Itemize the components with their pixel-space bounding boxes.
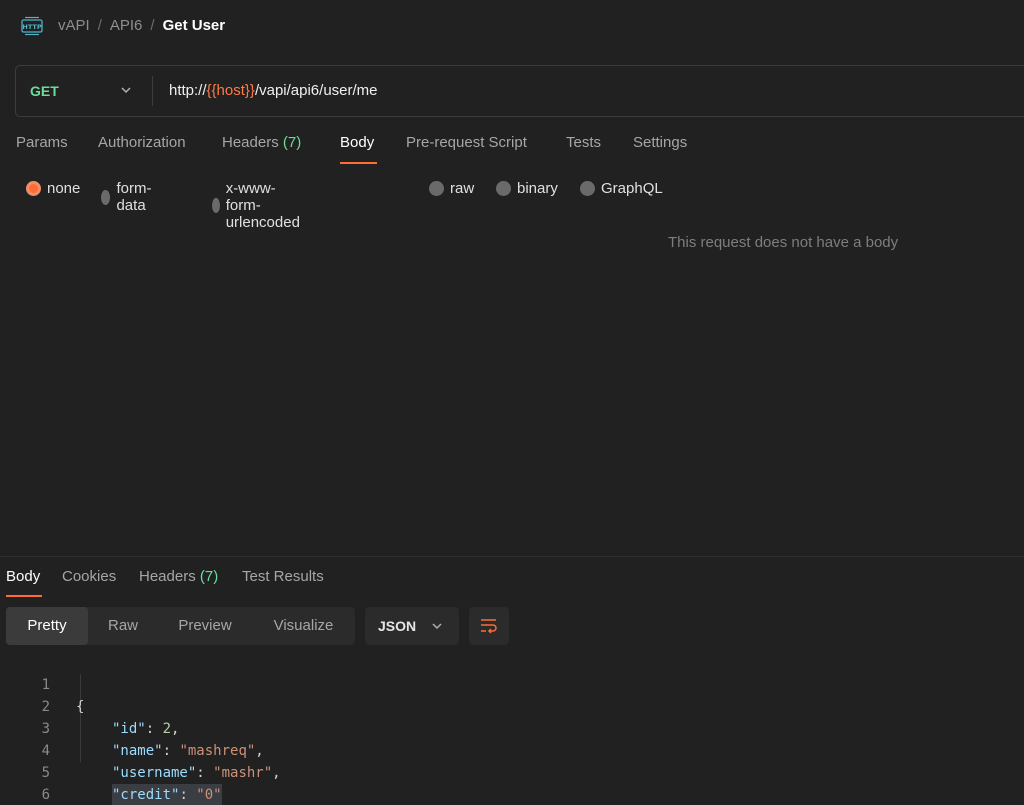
radio-icon	[429, 181, 444, 196]
json-key: "id"	[112, 721, 146, 737]
json-key: "name"	[112, 743, 163, 759]
wrap-lines-button[interactable]	[469, 607, 509, 645]
http-icon: HTTP	[21, 16, 43, 36]
active-tab-indicator	[340, 162, 377, 164]
pane-divider[interactable]	[0, 556, 1024, 557]
tab-pre-request-script[interactable]: Pre-request Script	[406, 134, 527, 151]
radio-form-data[interactable]: form-data	[101, 180, 157, 214]
json-value: "mashr"	[213, 765, 273, 781]
header-bar: HTTP vAPI / API6 / Get User	[0, 0, 1024, 52]
response-headers-count: (7)	[199, 568, 219, 585]
radio-label: GraphQL	[601, 180, 663, 197]
request-name[interactable]: Get User	[163, 17, 226, 34]
empty-body-message: This request does not have a body	[668, 234, 899, 251]
url-path: /vapi/api6/user/me	[254, 82, 378, 99]
svg-text:HTTP: HTTP	[22, 23, 41, 31]
format-label: JSON	[378, 618, 417, 634]
view-preview-button[interactable]: Preview	[158, 607, 252, 645]
response-tab-headers-label: Headers	[139, 568, 196, 585]
json-open-brace: {	[76, 699, 85, 715]
url-variable: {{host}}	[206, 82, 255, 99]
tab-headers-label: Headers	[222, 134, 279, 151]
chevron-down-icon	[432, 623, 442, 630]
view-mode-group: Pretty Raw Preview Visualize	[6, 607, 355, 645]
headers-count: (7)	[282, 134, 302, 151]
response-tab-body[interactable]: Body	[6, 568, 40, 585]
active-response-tab-indicator	[6, 595, 42, 597]
radio-binary[interactable]: binary	[496, 180, 558, 197]
code-line: 6 }	[0, 762, 51, 803]
breadcrumb-collection[interactable]: vAPI	[58, 17, 90, 34]
json-field: "name": "mashreq",	[112, 743, 264, 759]
code-line: 2 "id": 2,	[0, 674, 180, 737]
json-value: "0"	[196, 787, 222, 803]
json-field-highlighted: "credit": "0"	[112, 784, 222, 805]
tab-body[interactable]: Body	[340, 134, 374, 151]
url-divider	[152, 76, 153, 106]
json-value: "mashreq"	[179, 743, 256, 759]
radio-label: x-www-form-urlencoded	[225, 180, 300, 231]
breadcrumb-separator: /	[97, 17, 102, 34]
radio-icon	[496, 181, 511, 196]
chevron-down-icon[interactable]	[120, 84, 132, 96]
tab-authorization[interactable]: Authorization	[98, 134, 186, 151]
view-visualize-button[interactable]: Visualize	[252, 607, 355, 645]
url-prefix: http://	[169, 82, 207, 99]
breadcrumb-separator: /	[150, 17, 155, 34]
response-tab-test-results[interactable]: Test Results	[242, 568, 324, 585]
code-line: 5 "credit": "0"	[0, 740, 222, 805]
radio-label: form-data	[116, 180, 152, 214]
json-field: "username": "mashr",	[112, 765, 281, 781]
url-input[interactable]: http://{{host}}/vapi/api6/user/me	[169, 82, 378, 99]
response-tab-cookies[interactable]: Cookies	[62, 568, 116, 585]
radio-label: binary	[517, 180, 558, 197]
tab-headers[interactable]: Headers (7)	[222, 134, 301, 151]
json-key: "credit"	[112, 787, 180, 803]
radio-icon	[101, 189, 111, 205]
breadcrumb-folder[interactable]: API6	[110, 17, 143, 34]
tab-params[interactable]: Params	[16, 134, 68, 151]
method-select[interactable]: GET	[30, 83, 59, 99]
wrap-lines-icon	[481, 619, 497, 634]
postman-window: HTTP vAPI / API6 / Get User GET http://{…	[0, 0, 1024, 805]
code-line: 1 {	[0, 652, 85, 715]
radio-graphql[interactable]: GraphQL	[580, 180, 663, 197]
radio-label: raw	[450, 180, 475, 197]
radio-label: none	[47, 180, 81, 197]
line-number: 6	[41, 787, 50, 803]
response-tab-headers[interactable]: Headers (7)	[139, 568, 218, 585]
format-select[interactable]: JSON	[365, 607, 459, 645]
url-bar: GET http://{{host}}/vapi/api6/user/me	[15, 65, 1024, 117]
breadcrumb: vAPI / API6 / Get User	[58, 17, 225, 34]
json-value: 2	[162, 721, 172, 737]
radio-none[interactable]: none	[26, 180, 80, 197]
code-line: 3 "name": "mashreq",	[0, 696, 264, 759]
json-field: "id": 2,	[112, 721, 180, 737]
view-raw-button[interactable]: Raw	[88, 607, 158, 645]
radio-raw[interactable]: raw	[429, 180, 474, 197]
tab-tests[interactable]: Tests	[566, 134, 601, 151]
code-line: 4 "username": "mashr",	[0, 718, 281, 781]
radio-urlencoded[interactable]: x-www-form-urlencoded	[212, 180, 307, 231]
view-pretty-button[interactable]: Pretty	[6, 607, 88, 645]
json-key: "username"	[112, 765, 197, 781]
radio-selected-icon	[26, 181, 41, 196]
indent-guide	[80, 674, 81, 762]
radio-icon	[212, 198, 220, 213]
tab-settings[interactable]: Settings	[633, 134, 687, 151]
radio-icon	[580, 181, 595, 196]
